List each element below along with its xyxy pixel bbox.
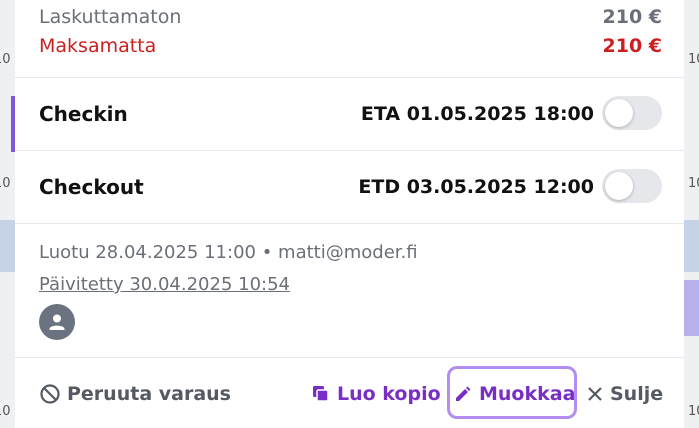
create-copy-button[interactable]: Luo kopio bbox=[311, 376, 441, 412]
avatar[interactable] bbox=[39, 304, 75, 340]
checkin-row: Checkin ETA 01.05.2025 18:00 bbox=[15, 78, 684, 150]
reservation-details-panel: Laskuttamaton 210 € Maksamatta 210 € Che… bbox=[15, 0, 684, 428]
copy-icon bbox=[313, 386, 329, 402]
checkout-toggle[interactable] bbox=[602, 169, 662, 203]
cancel-reservation-button[interactable]: Peruuta varaus bbox=[39, 376, 231, 412]
close-button[interactable]: Sulje bbox=[586, 376, 663, 412]
background-cell-text: 10 bbox=[688, 176, 699, 191]
edit-button[interactable]: Muokkaa bbox=[453, 376, 575, 412]
background-band bbox=[684, 220, 699, 272]
background-band bbox=[0, 220, 15, 272]
background-cell-text: 10 bbox=[0, 404, 11, 419]
checkin-eta: ETA 01.05.2025 18:00 bbox=[360, 103, 594, 125]
background-left-edge: 10 10 10 bbox=[0, 0, 15, 428]
unbilled-value: 210 € bbox=[602, 6, 663, 28]
background-cell-text: 10 bbox=[688, 52, 699, 67]
background-cell-text: 10 bbox=[0, 52, 11, 67]
unpaid-label: Maksamatta bbox=[39, 35, 157, 57]
background-cell-text: 10 bbox=[0, 176, 11, 191]
checkin-title: Checkin bbox=[39, 102, 128, 126]
unbilled-label: Laskuttamaton bbox=[39, 6, 182, 28]
updated-info-link[interactable]: Päivitetty 30.04.2025 10:54 bbox=[39, 274, 290, 295]
checkout-title: Checkout bbox=[39, 175, 144, 199]
person-icon bbox=[49, 314, 65, 330]
toggle-knob bbox=[605, 172, 633, 200]
unpaid-value: 210 € bbox=[602, 35, 663, 57]
checkout-row: Checkout ETD 03.05.2025 12:00 bbox=[15, 151, 684, 223]
background-right-edge: 10 10 10 bbox=[684, 0, 699, 428]
toggle-knob bbox=[605, 99, 633, 127]
cancel-icon bbox=[40, 384, 60, 404]
checkin-toggle[interactable] bbox=[602, 96, 662, 130]
create-copy-label: Luo kopio bbox=[337, 383, 441, 405]
created-info: Luotu 28.04.2025 11:00 • matti@moder.fi bbox=[39, 242, 418, 263]
background-event-block bbox=[684, 280, 699, 336]
cancel-reservation-label: Peruuta varaus bbox=[67, 383, 231, 405]
divider bbox=[15, 223, 684, 224]
close-label: Sulje bbox=[610, 383, 664, 405]
checkout-etd: ETD 03.05.2025 12:00 bbox=[358, 176, 594, 198]
pencil-icon bbox=[456, 386, 471, 401]
close-icon bbox=[588, 387, 602, 401]
background-cell-text: 10 bbox=[688, 404, 699, 419]
edit-label: Muokkaa bbox=[479, 383, 576, 405]
divider bbox=[15, 357, 684, 358]
pricing-section: Laskuttamaton 210 € Maksamatta 210 € bbox=[15, 0, 684, 78]
